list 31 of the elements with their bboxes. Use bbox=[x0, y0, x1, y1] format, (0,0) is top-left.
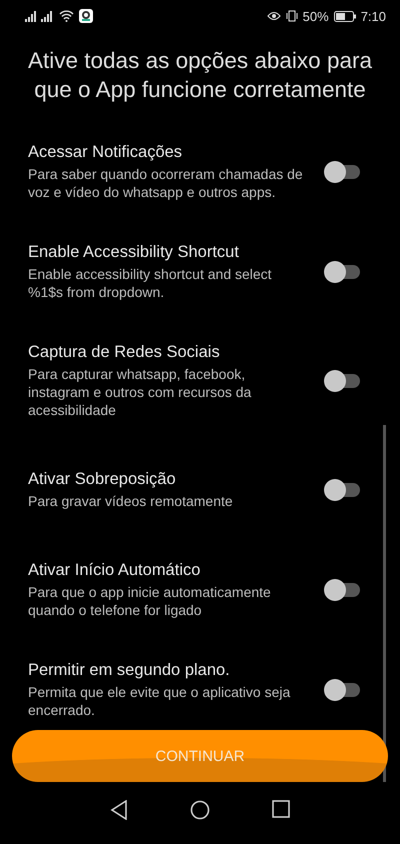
app-notification-icon bbox=[79, 9, 93, 23]
back-icon[interactable] bbox=[110, 800, 128, 820]
signal-icon bbox=[24, 10, 54, 22]
toggle-switch[interactable] bbox=[324, 679, 360, 701]
option-description: Para saber quando ocorreram chamadas de voz e vídeo do whatsapp e outros apps. bbox=[28, 165, 304, 201]
battery-percent: 50% bbox=[302, 8, 329, 24]
vibrate-icon bbox=[286, 10, 298, 22]
recents-icon[interactable] bbox=[272, 800, 290, 818]
wifi-icon bbox=[59, 10, 74, 22]
option-title: Ativar Sobreposição bbox=[28, 470, 177, 489]
option-description: Enable accessibility shortcut and select %1$s from dropdown. bbox=[28, 265, 273, 301]
battery-icon bbox=[334, 10, 356, 22]
option-description: Para gravar vídeos remotamente bbox=[28, 492, 234, 510]
eye-icon bbox=[266, 11, 281, 21]
option-title: Captura de Redes Sociais bbox=[28, 343, 221, 362]
toggle-switch[interactable] bbox=[324, 370, 360, 392]
toggle-switch[interactable] bbox=[324, 161, 360, 183]
toggle-switch[interactable] bbox=[324, 579, 360, 601]
option-title: Acessar Notificações bbox=[28, 143, 184, 162]
home-icon[interactable] bbox=[190, 800, 210, 820]
option-description: Para que o app inicie automaticamente quando o telefone for ligado bbox=[28, 583, 272, 619]
page-title: Ative todas as opções abaixo para que o App funcione corretamente bbox=[27, 47, 373, 104]
option-description: Para capturar whatsapp, facebook, instagram e outros com recursos da acessibilidade bbox=[28, 365, 252, 419]
toggle-switch[interactable] bbox=[324, 261, 360, 283]
continue-button[interactable]: CONTINUAR bbox=[12, 730, 388, 782]
option-title: Enable Accessibility Shortcut bbox=[28, 243, 240, 262]
option-title: Permitir em segundo plano. bbox=[28, 661, 231, 680]
clock-time: 7:10 bbox=[360, 8, 386, 24]
option-description: Permita que ele evite que o aplicativo seja encerrado. bbox=[28, 683, 292, 719]
toggle-switch[interactable] bbox=[324, 479, 360, 501]
option-title: Ativar Início Automático bbox=[28, 561, 202, 580]
